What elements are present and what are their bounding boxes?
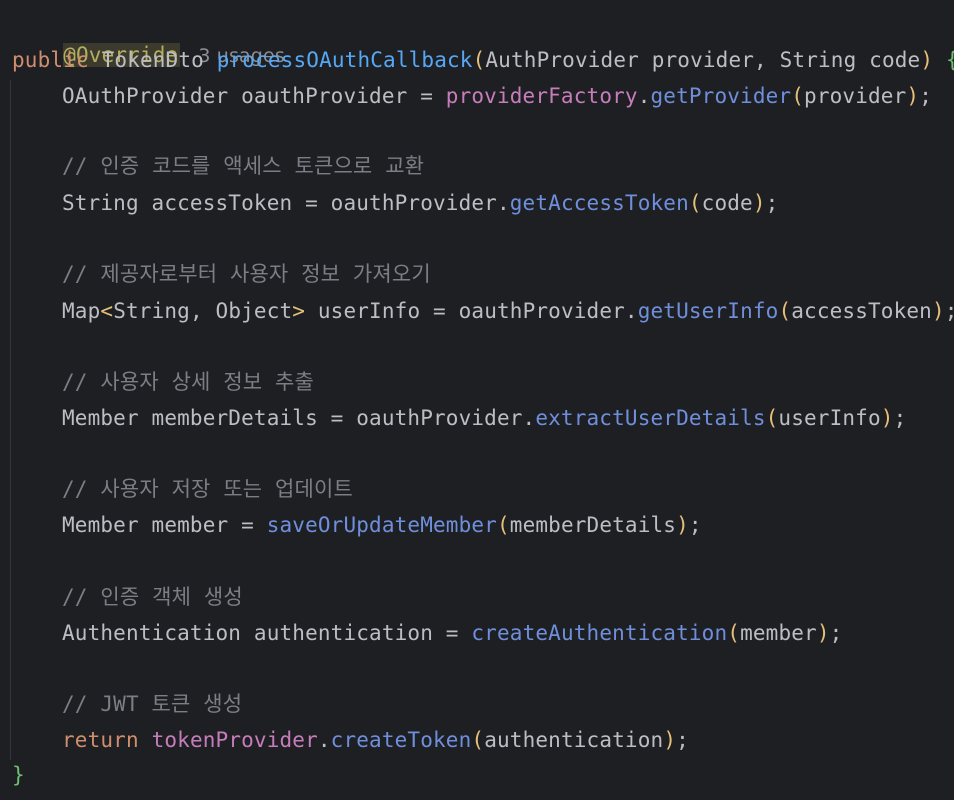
- paren-open: (: [688, 191, 702, 215]
- paren-close: ): [931, 299, 945, 323]
- call-save-or-update-member: saveOrUpdateMember: [266, 513, 497, 537]
- field-token-provider: tokenProvider: [151, 728, 318, 752]
- return-type: TokenDto: [101, 48, 204, 72]
- paren-close: ): [663, 728, 677, 752]
- comment-line-2[interactable]: // 제공자로부터 사용자 정보 가져오기: [12, 259, 431, 289]
- code-line-signature[interactable]: public TokenDto processOAuthCallback(Aut…: [12, 45, 954, 75]
- code-line-2[interactable]: String accessToken = oauthProvider.getAc…: [12, 188, 778, 218]
- argument: userInfo: [778, 406, 881, 430]
- semicolon: ;: [893, 406, 907, 430]
- comment-line-3[interactable]: // 사용자 상세 정보 추출: [12, 367, 314, 397]
- paren-close: ): [906, 84, 920, 108]
- comment-line-6[interactable]: // JWT 토큰 생성: [12, 689, 242, 719]
- dot: .: [637, 84, 651, 108]
- code-editor[interactable]: @Override 3 usages public TokenDto proces…: [0, 0, 954, 800]
- paren-open: (: [765, 406, 779, 430]
- argument: member: [740, 621, 817, 645]
- paren-close: ): [920, 48, 934, 72]
- paren-close: ): [752, 191, 766, 215]
- brace-open: {: [946, 48, 954, 72]
- semicolon: ;: [676, 728, 689, 752]
- code-line-1[interactable]: OAuthProvider oauthProvider = providerFa…: [12, 81, 932, 111]
- paren-open: (: [791, 84, 805, 108]
- semicolon: ;: [688, 513, 702, 537]
- argument: provider: [804, 84, 907, 108]
- paren-open: (: [471, 728, 485, 752]
- argument: accessToken: [791, 299, 932, 323]
- semicolon: ;: [945, 299, 954, 323]
- statement-lhs: userInfo = oauthProvider.: [305, 299, 638, 323]
- paren-close: ): [676, 513, 689, 537]
- method-params: AuthProvider provider, String code: [485, 48, 921, 72]
- paren-close: ): [816, 621, 830, 645]
- call-get-user-info: getUserInfo: [637, 299, 779, 323]
- dot: .: [317, 728, 331, 752]
- keyword-return: return: [62, 728, 139, 752]
- paren-open: (: [727, 621, 741, 645]
- argument: memberDetails: [509, 513, 677, 537]
- paren-close: ): [880, 406, 894, 430]
- method-name: processOAuthCallback: [216, 48, 473, 72]
- call-get-provider: getProvider: [650, 84, 792, 108]
- generic-types: String, Object: [113, 299, 293, 323]
- semicolon: ;: [829, 621, 843, 645]
- argument: authentication: [484, 728, 664, 752]
- argument: code: [701, 191, 753, 215]
- code-line-3[interactable]: Map<String, Object> userInfo = oauthProv…: [12, 296, 954, 326]
- statement-lhs: OAuthProvider oauthProvider =: [62, 84, 446, 108]
- code-line-annotation[interactable]: @Override 3 usages: [12, 10, 285, 67]
- field-provider-factory: providerFactory: [445, 84, 638, 108]
- call-extract-user-details: extractUserDetails: [535, 406, 766, 430]
- keyword-public: public: [12, 48, 89, 72]
- statement-lhs: Member member =: [62, 513, 267, 537]
- comment-line-4[interactable]: // 사용자 저장 또는 업데이트: [12, 474, 353, 504]
- type-map: Map: [62, 299, 101, 323]
- indent-guide: [10, 80, 11, 760]
- statement-lhs: Authentication authentication =: [62, 621, 472, 645]
- call-create-authentication: createAuthentication: [471, 621, 728, 645]
- semicolon: ;: [919, 84, 932, 108]
- paren-open: (: [496, 513, 510, 537]
- call-get-access-token: getAccessToken: [509, 191, 689, 215]
- brace-close[interactable]: }: [12, 760, 25, 790]
- code-line-5[interactable]: Member member = saveOrUpdateMember(membe…: [12, 510, 702, 540]
- statement-lhs: String accessToken = oauthProvider.: [62, 191, 510, 215]
- paren-open: (: [472, 48, 486, 72]
- generic-open: <: [100, 299, 114, 323]
- code-line-4[interactable]: Member memberDetails = oauthProvider.ext…: [12, 403, 906, 433]
- code-line-7[interactable]: return tokenProvider.createToken(authent…: [12, 725, 689, 755]
- semicolon: ;: [765, 191, 779, 215]
- statement-lhs: Member memberDetails = oauthProvider.: [62, 406, 536, 430]
- paren-open: (: [778, 299, 792, 323]
- generic-close: >: [292, 299, 306, 323]
- call-create-token: createToken: [330, 728, 472, 752]
- code-line-6[interactable]: Authentication authentication = createAu…: [12, 618, 842, 648]
- comment-line-5[interactable]: // 인증 객체 생성: [12, 582, 243, 612]
- comment-line-1[interactable]: // 인증 코드를 액세스 토큰으로 교환: [12, 151, 424, 181]
